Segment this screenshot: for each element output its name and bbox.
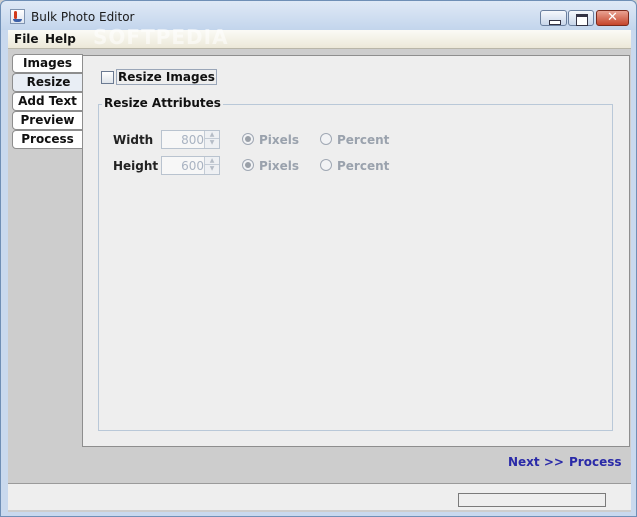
spinner-down-icon[interactable]: ▼ <box>205 165 219 173</box>
next-link[interactable]: Next >> <box>508 455 564 469</box>
width-pixels-label[interactable]: Pixels <box>259 133 299 147</box>
resize-attributes-title: Resize Attributes <box>102 96 223 110</box>
resize-images-label[interactable]: Resize Images <box>116 69 217 85</box>
height-spinner[interactable]: 600 ▲ ▼ <box>161 156 220 175</box>
tab-resize[interactable]: Resize <box>12 73 84 92</box>
height-value[interactable]: 600 <box>162 159 204 173</box>
window-title: Bulk Photo Editor <box>31 10 135 24</box>
java-cup-icon <box>10 9 25 24</box>
tab-process[interactable]: Process <box>12 130 83 149</box>
process-link[interactable]: Process <box>569 455 622 469</box>
spinner-up-icon[interactable]: ▲ <box>205 157 219 165</box>
height-percent-radio[interactable] <box>320 159 332 171</box>
tab-preview[interactable]: Preview <box>12 111 83 130</box>
status-bar <box>8 483 631 510</box>
resize-attributes-group <box>98 104 613 431</box>
width-label: Width <box>113 133 154 147</box>
close-button[interactable]: ✕ <box>596 10 629 26</box>
height-pixels-label[interactable]: Pixels <box>259 159 299 173</box>
tab-add-text[interactable]: Add Text <box>12 92 83 111</box>
menu-file[interactable]: File <box>14 32 39 46</box>
progress-bar <box>458 493 606 507</box>
title-bar[interactable]: Bulk Photo Editor ✕ <box>1 1 636 30</box>
close-icon: ✕ <box>607 10 618 25</box>
menu-help[interactable]: Help <box>45 32 76 46</box>
minimize-button[interactable] <box>540 10 567 26</box>
width-percent-radio[interactable] <box>320 133 332 145</box>
app-window: Bulk Photo Editor ✕ File Help SOFTPEDIA … <box>0 0 637 517</box>
spinner-up-icon[interactable]: ▲ <box>205 131 219 139</box>
tab-images[interactable]: Images <box>12 54 83 73</box>
width-spinner-buttons[interactable]: ▲ ▼ <box>204 131 219 148</box>
width-percent-label[interactable]: Percent <box>337 133 389 147</box>
resize-panel: Resize Images Resize Attributes Width 80… <box>82 55 630 447</box>
width-spinner[interactable]: 800 ▲ ▼ <box>161 130 220 149</box>
height-pixels-radio[interactable] <box>242 159 254 171</box>
width-pixels-radio[interactable] <box>242 133 254 145</box>
maximize-button[interactable] <box>568 10 594 26</box>
main-content: Images Resize Add Text Preview Process R… <box>8 49 631 512</box>
height-spinner-buttons[interactable]: ▲ ▼ <box>204 157 219 174</box>
spinner-down-icon[interactable]: ▼ <box>205 139 219 147</box>
width-value[interactable]: 800 <box>162 133 204 147</box>
height-label: Height <box>113 159 159 173</box>
menu-bar: File Help <box>8 30 631 49</box>
height-percent-label[interactable]: Percent <box>337 159 389 173</box>
resize-images-checkbox[interactable] <box>101 71 114 84</box>
